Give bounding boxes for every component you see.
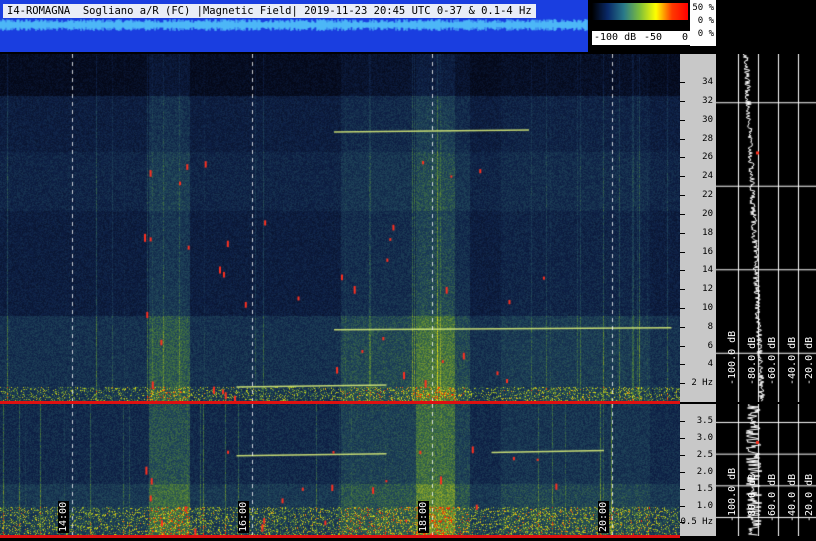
axis-tick-mark <box>680 471 685 473</box>
axis-tick-label: 32 <box>702 96 713 107</box>
axis-tick-label: 24 <box>702 171 713 182</box>
axis-tick-mark <box>680 119 685 121</box>
chart-title: I4-ROMAGNA Sogliano a/R (FC) |Magnetic F… <box>3 4 536 18</box>
percent-label: 0 % <box>697 29 714 39</box>
axis-tick-mark <box>680 232 685 234</box>
axis-tick-mark <box>680 383 685 385</box>
axis-tick-mark <box>680 213 685 215</box>
colorbar <box>592 3 688 20</box>
axis-tick-mark <box>680 138 685 140</box>
colorbar-label-mid: -50 <box>644 32 663 43</box>
axis-tick-label: 2 Hz <box>691 378 713 389</box>
spectrogram-display: I4-ROMAGNA Sogliano a/R (FC) |Magnetic F… <box>0 0 816 541</box>
spectrogram-0-4hz <box>0 404 680 536</box>
colorbar-labels: -100 dB -50 0 <box>592 31 692 45</box>
axis-tick-mark <box>680 270 685 272</box>
freq-axis-bottom: 3.5 3.0 2.5 2.0 1.5 1.0 0.5 Hz <box>680 404 716 536</box>
axis-tick-label: 10 <box>702 302 713 313</box>
panel-separator <box>0 535 680 538</box>
axis-tick-mark <box>680 345 685 347</box>
axis-tick-mark <box>680 157 685 159</box>
axis-tick-label: 26 <box>702 152 713 163</box>
spectrum-profile-bottom <box>716 404 816 536</box>
axis-tick-label: 4 <box>707 359 713 370</box>
axis-tick-mark <box>680 176 685 178</box>
percent-label: 0 % <box>697 16 714 26</box>
axis-tick-label: 34 <box>702 77 713 88</box>
axis-tick-mark <box>680 488 685 490</box>
axis-tick-label: 1.5 <box>696 483 713 494</box>
header-bar: I4-ROMAGNA Sogliano a/R (FC) |Magnetic F… <box>0 0 588 52</box>
axis-tick-label: 0.5 Hz <box>680 517 713 528</box>
axis-tick-label: 3.5 <box>696 415 713 426</box>
percent-scale: 50 % 0 % 0 % <box>690 0 716 46</box>
axis-tick-label: 28 <box>702 133 713 144</box>
colorbar-label-max: 0 <box>682 32 689 43</box>
axis-tick-mark <box>680 505 685 507</box>
percent-label: 50 % <box>692 3 714 13</box>
axis-tick-label: 20 <box>702 208 713 219</box>
axis-tick-label: 12 <box>702 284 713 295</box>
spectrogram-0-37hz <box>0 54 680 402</box>
axis-tick-label: 8 <box>707 321 713 332</box>
freq-axis-top: 34 32 30 28 26 24 22 20 18 16 14 12 10 8 6 4 2 Hz <box>680 54 716 402</box>
axis-tick-label: 30 <box>702 114 713 125</box>
spectrum-profile-top <box>716 54 816 402</box>
axis-tick-mark <box>680 326 685 328</box>
axis-tick-label: 16 <box>702 246 713 257</box>
axis-tick-mark <box>680 82 685 84</box>
axis-tick-mark <box>680 289 685 291</box>
colorbar-label-min: -100 dB <box>594 32 637 43</box>
axis-tick-label: 22 <box>702 190 713 201</box>
axis-tick-mark <box>680 101 685 103</box>
axis-tick-mark <box>680 251 685 253</box>
axis-tick-label: 6 <box>707 340 713 351</box>
axis-tick-mark <box>680 420 685 422</box>
axis-tick-label: 1.0 <box>696 500 713 511</box>
axis-tick-label: 2.0 <box>696 466 713 477</box>
axis-tick-mark <box>680 195 685 197</box>
axis-tick-mark <box>680 364 685 366</box>
axis-tick-label: 2.5 <box>696 449 713 460</box>
axis-tick-mark <box>680 454 685 456</box>
axis-tick-label: 14 <box>702 265 713 276</box>
axis-tick-label: 3.0 <box>696 432 713 443</box>
waveform-strip <box>0 18 588 32</box>
axis-tick-label: 18 <box>702 227 713 238</box>
axis-tick-mark <box>680 437 685 439</box>
axis-tick-mark <box>680 307 685 309</box>
